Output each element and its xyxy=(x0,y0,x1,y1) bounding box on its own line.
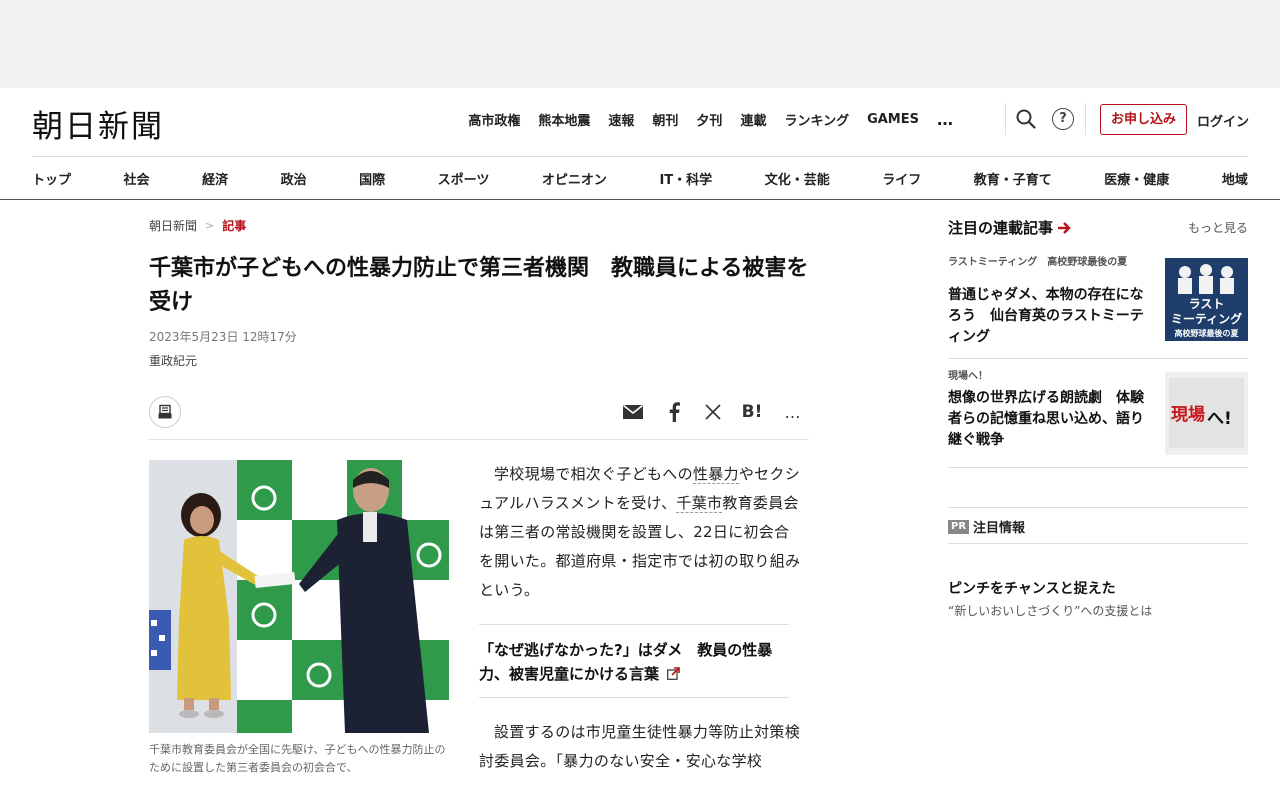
related-article-link[interactable]: 「なぜ逃げなかった?」はダメ 教員の性暴力、被害児童にかける言葉 xyxy=(479,641,772,683)
see-more-link[interactable]: もっと見る xyxy=(1188,219,1248,236)
topnav-item-morning[interactable]: 朝刊 xyxy=(652,110,678,129)
category-education[interactable]: 教育・子育て xyxy=(974,169,1052,188)
share-x-icon[interactable] xyxy=(701,400,725,424)
top-nav: 高市政権 熊本地震 速報 朝刊 夕刊 連載 ランキング GAMES … xyxy=(468,110,954,129)
thumb-text: へ! xyxy=(1207,409,1232,429)
author-name[interactable]: 重政紀元 xyxy=(149,352,197,369)
category-region[interactable]: 地域 xyxy=(1222,169,1248,188)
breadcrumb-current[interactable]: 記事 xyxy=(222,217,246,234)
category-nav: トップ 社会 経済 政治 国際 スポーツ オピニオン IT・科学 文化・芸能 ラ… xyxy=(32,169,1248,188)
keyword-link-sexual-violence[interactable]: 性暴力 xyxy=(692,465,739,484)
article-photo[interactable] xyxy=(149,460,449,733)
category-life[interactable]: ライフ xyxy=(882,169,921,188)
topnav-item-games[interactable]: GAMES xyxy=(867,112,919,127)
topnav-item-evening[interactable]: 夕刊 xyxy=(696,110,722,129)
category-health[interactable]: 医療・健康 xyxy=(1104,169,1169,188)
category-politics[interactable]: 政治 xyxy=(281,169,307,188)
series-thumbnail[interactable]: ラスト ミーティング 高校野球最後の夏 xyxy=(1165,258,1248,341)
external-link-icon xyxy=(667,667,680,680)
pr-article-title[interactable]: ピンチをチャンスと捉えた xyxy=(948,578,1116,598)
category-economy[interactable]: 経済 xyxy=(202,169,228,188)
breadcrumb-home[interactable]: 朝日新聞 xyxy=(149,217,197,234)
publish-date: 2023年5月23日 12時17分 xyxy=(149,330,297,344)
print-icon xyxy=(158,404,172,419)
featured-series-title: 注目の連載記事 xyxy=(948,219,1054,237)
thumb-text: 現場 xyxy=(1171,405,1205,425)
ad-banner-area xyxy=(0,0,1280,88)
category-international[interactable]: 国際 xyxy=(359,169,385,188)
related-article-box[interactable]: 「なぜ逃げなかった?」はダメ 教員の性暴力、被害児童にかける言葉 xyxy=(479,624,789,698)
series-item[interactable]: 現場へ！ 想像の世界広げる朗読劇 体験者らの記憶重ね思い込め、語り継ぐ戦争 現場… xyxy=(948,371,1248,468)
category-sports[interactable]: スポーツ xyxy=(438,169,490,188)
share-hatena-icon[interactable]: B! xyxy=(740,400,764,424)
thumb-text: 高校野球最後の夏 xyxy=(1175,328,1240,338)
share-mail-icon[interactable] xyxy=(621,400,645,424)
topnav-item-ranking[interactable]: ランキング xyxy=(784,110,849,129)
login-link[interactable]: ログイン xyxy=(1197,111,1249,130)
print-button[interactable] xyxy=(149,396,181,428)
pr-badge: PR xyxy=(948,519,970,534)
arrow-right-icon xyxy=(1058,221,1071,234)
thumb-text: ラスト xyxy=(1189,297,1225,311)
series-label: 現場へ！ xyxy=(948,371,988,382)
featured-series-heading[interactable]: 注目の連載記事 xyxy=(948,217,1071,238)
pr-divider xyxy=(948,543,1248,544)
divider xyxy=(1085,103,1086,135)
paragraph-text: 学校現場で相次ぐ子どもへの xyxy=(494,465,693,483)
pr-section-heading: PR 注目情報 xyxy=(948,507,1248,536)
topnav-item-breaking[interactable]: 速報 xyxy=(608,110,634,129)
series-label: ラストミーティング 高校野球最後の夏 xyxy=(948,257,1128,268)
category-opinion[interactable]: オピニオン xyxy=(542,169,607,188)
series-thumbnail[interactable]: 現場 へ! xyxy=(1165,372,1248,455)
thumb-text: ミーティング xyxy=(1171,311,1242,326)
share-more-icon[interactable]: … xyxy=(781,400,805,424)
article-paragraph-2: 設置するのは市児童生徒性暴力等防止対策検討委員会。「暴力のない安全・安心な学校 xyxy=(479,723,801,770)
series-article-title[interactable]: 普通じゃダメ、本物の存在になろう 仙台育英のラストミーティング xyxy=(948,285,1153,348)
topnav-item-series[interactable]: 連載 xyxy=(740,110,766,129)
pr-article-subtitle[interactable]: “新しいおいしさづくり”への支援とは xyxy=(948,602,1152,619)
article-headline: 千葉市が子どもへの性暴力防止で第三者機関 教職員による被害を受け xyxy=(149,256,809,315)
search-icon[interactable] xyxy=(1015,108,1037,130)
divider xyxy=(1005,103,1006,135)
keyword-link-chiba-city[interactable]: 千葉市 xyxy=(676,494,723,513)
nav-bottom-border xyxy=(0,199,1280,200)
share-facebook-icon[interactable] xyxy=(662,400,686,424)
series-item[interactable]: ラストミーティング 高校野球最後の夏 普通じゃダメ、本物の存在になろう 仙台育英… xyxy=(948,257,1248,359)
header-divider xyxy=(32,156,1248,157)
subscribe-button[interactable]: お申し込み xyxy=(1100,104,1187,135)
category-top[interactable]: トップ xyxy=(32,169,71,188)
more-menu-icon[interactable]: … xyxy=(937,110,954,129)
site-logo[interactable]: 朝日新聞 xyxy=(32,101,164,146)
category-it-science[interactable]: IT・科学 xyxy=(659,169,712,188)
category-society[interactable]: 社会 xyxy=(124,169,150,188)
category-culture[interactable]: 文化・芸能 xyxy=(765,169,830,188)
topnav-item-takaichi[interactable]: 高市政権 xyxy=(468,110,520,129)
series-article-title[interactable]: 想像の世界広げる朗読劇 体験者らの記憶重ね思い込め、語り継ぐ戦争 xyxy=(948,388,1153,451)
topnav-item-kumamoto[interactable]: 熊本地震 xyxy=(538,110,590,129)
breadcrumb: 朝日新聞 > 記事 xyxy=(149,217,246,234)
help-icon[interactable]: ? xyxy=(1052,108,1074,130)
breadcrumb-separator: > xyxy=(205,219,215,232)
photo-caption: 千葉市教育委員会が全国に先駆け、子どもへの性暴力防止のために設置した第三者委員会… xyxy=(149,743,446,774)
article-divider xyxy=(149,439,809,440)
article-paragraph-1: 学校現場で相次ぐ子どもへの性暴力やセクシュアルハラスメントを受け、千葉市教育委員… xyxy=(479,460,804,605)
pr-heading-text: 注目情報 xyxy=(973,521,1026,536)
